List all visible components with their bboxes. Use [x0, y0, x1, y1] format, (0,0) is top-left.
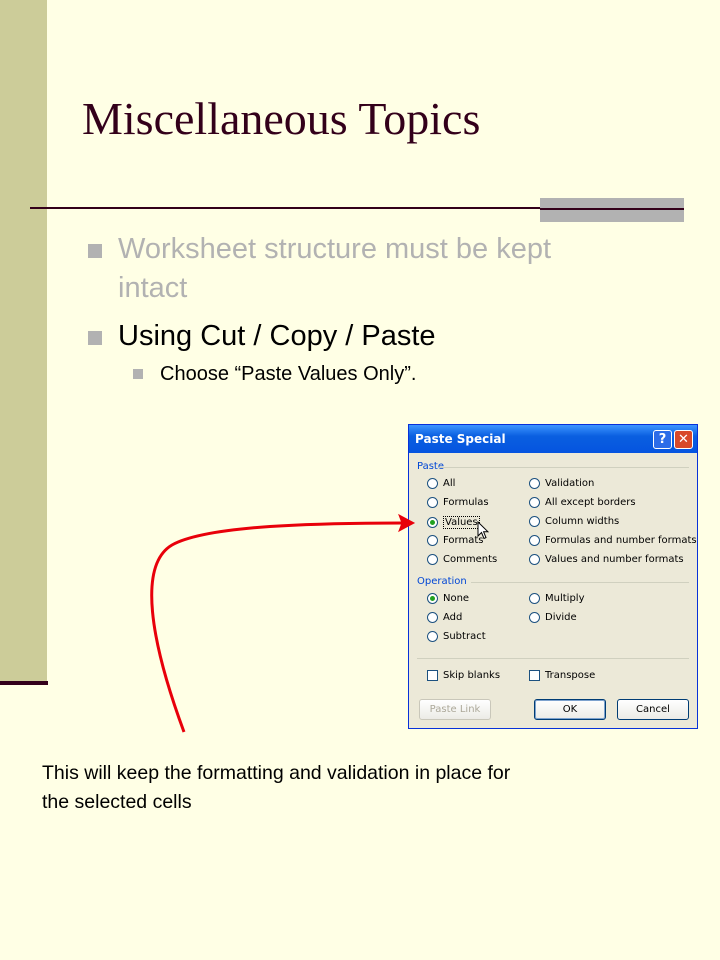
slide-caption: This will keep the formatting and valida… — [42, 762, 511, 813]
